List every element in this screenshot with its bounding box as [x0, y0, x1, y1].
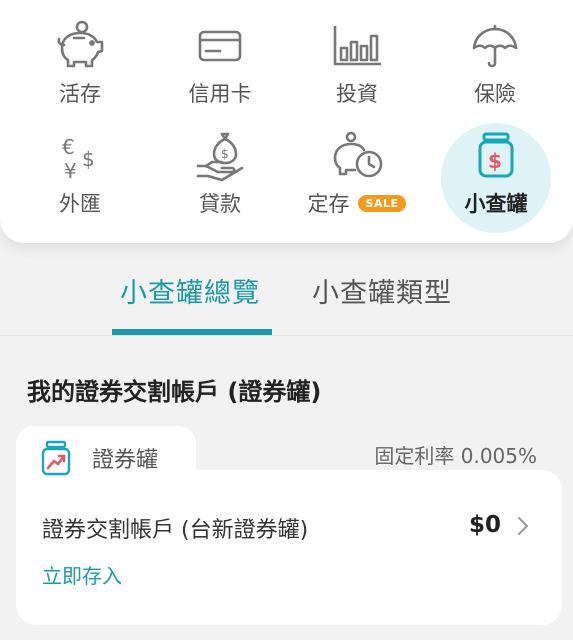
svg-text:€: €	[62, 135, 75, 159]
sale-badge: SALE	[357, 194, 407, 212]
menu-item-jar[interactable]: $ 小查罐	[441, 120, 551, 220]
loan-hand-icon: $	[196, 132, 244, 182]
menu-item-investment[interactable]: 投資	[302, 10, 412, 110]
menu-item-savings[interactable]: 活存	[25, 10, 135, 110]
menu-label: 外匯	[59, 192, 101, 216]
account-name: 證券交割帳戶 (台新證券罐)	[42, 518, 309, 543]
chevron-right-icon[interactable]	[515, 514, 531, 538]
securities-jar-icon	[41, 440, 71, 476]
menu-label-text: 定存	[307, 192, 350, 216]
menu-label: 小查罐	[464, 192, 528, 216]
tab-jar-types[interactable]: 小查罐類型	[312, 271, 452, 310]
product-menu: 活存 信用卡 投資 保險 € $ ¥ 外匯 $ 貸款 定存 SALE $ 小查罐	[0, 0, 573, 243]
menu-item-loan[interactable]: $ 貸款	[165, 120, 275, 220]
piggy-clock-icon	[333, 131, 383, 178]
piggy-bank-icon	[57, 20, 104, 68]
tab-jar-overview[interactable]: 小查罐總覽	[120, 271, 260, 310]
svg-text:$: $	[488, 149, 502, 173]
svg-text:$: $	[82, 147, 95, 171]
menu-label: 保險	[474, 82, 516, 106]
menu-label: 定存 SALE	[308, 188, 407, 218]
bar-chart-icon	[333, 26, 381, 66]
menu-label: 信用卡	[188, 82, 252, 106]
account-balance: $0	[468, 512, 501, 538]
menu-label: 貸款	[199, 192, 241, 216]
umbrella-icon	[472, 24, 518, 68]
menu-item-insurance[interactable]: 保險	[440, 10, 550, 110]
menu-label: 投資	[336, 82, 378, 106]
credit-card-icon	[198, 30, 242, 62]
section-title: 我的證券交割帳戶 (證券罐)	[27, 378, 322, 406]
interest-rate: 固定利率 0.005%	[374, 444, 537, 468]
menu-item-credit-card[interactable]: 信用卡	[165, 10, 275, 110]
tab-bar: 小查罐總覽 小查罐類型	[0, 243, 573, 339]
menu-item-forex[interactable]: € $ ¥ 外匯	[25, 120, 135, 220]
tab-divider	[0, 335, 573, 336]
card-tab-label: 證券罐	[92, 448, 159, 473]
account-card[interactable]	[16, 470, 562, 625]
currency-exchange-icon: € $ ¥	[62, 135, 95, 183]
svg-text:¥: ¥	[64, 159, 77, 183]
deposit-now-link[interactable]: 立即存入	[42, 560, 122, 589]
svg-text:$: $	[221, 147, 229, 161]
menu-label: 活存	[59, 82, 101, 106]
jar-icon: $	[478, 132, 514, 178]
menu-item-fixed-deposit[interactable]: 定存 SALE	[302, 120, 412, 220]
